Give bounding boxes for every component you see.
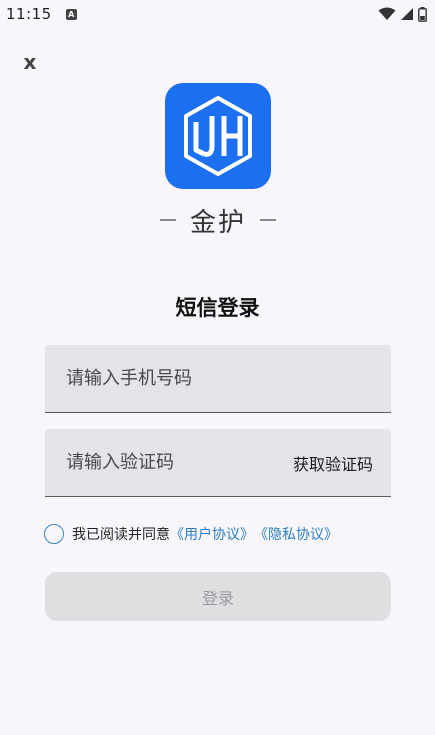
a-notification-icon: A [65,8,77,20]
close-button[interactable]: x [20,50,40,74]
phone-input[interactable] [66,368,373,389]
page-title: 短信登录 [175,296,260,320]
battery-icon [418,6,427,22]
agreement-checkbox[interactable] [44,524,64,544]
code-field[interactable]: 获取验证码 [45,429,391,497]
jh-logo-icon [184,96,252,176]
app-logo [165,83,271,189]
status-left: 11:15 A [6,5,77,23]
phone-field[interactable] [45,345,391,413]
status-icons [378,6,427,22]
status-time: 11:15 [6,5,52,23]
verification-code-input[interactable] [66,452,293,473]
brand-row: 金护 [160,203,276,238]
user-agreement-link[interactable]: 《用户协议》 [170,524,254,544]
status-bar: 11:15 A [0,0,435,28]
wifi-icon [378,7,396,20]
privacy-agreement-link[interactable]: 《隐私协议》 [254,524,338,544]
agreement-row: 我已阅读并同意 《用户协议》 《隐私协议》 [44,523,338,545]
login-button[interactable]: 登录 [45,572,391,621]
brand-divider-left [160,219,176,221]
signal-icon [401,8,413,20]
get-code-button[interactable]: 获取验证码 [293,451,373,475]
brand-name: 金护 [189,207,246,238]
brand-divider-right [259,219,276,221]
agreement-text: 我已阅读并同意 [72,527,170,543]
